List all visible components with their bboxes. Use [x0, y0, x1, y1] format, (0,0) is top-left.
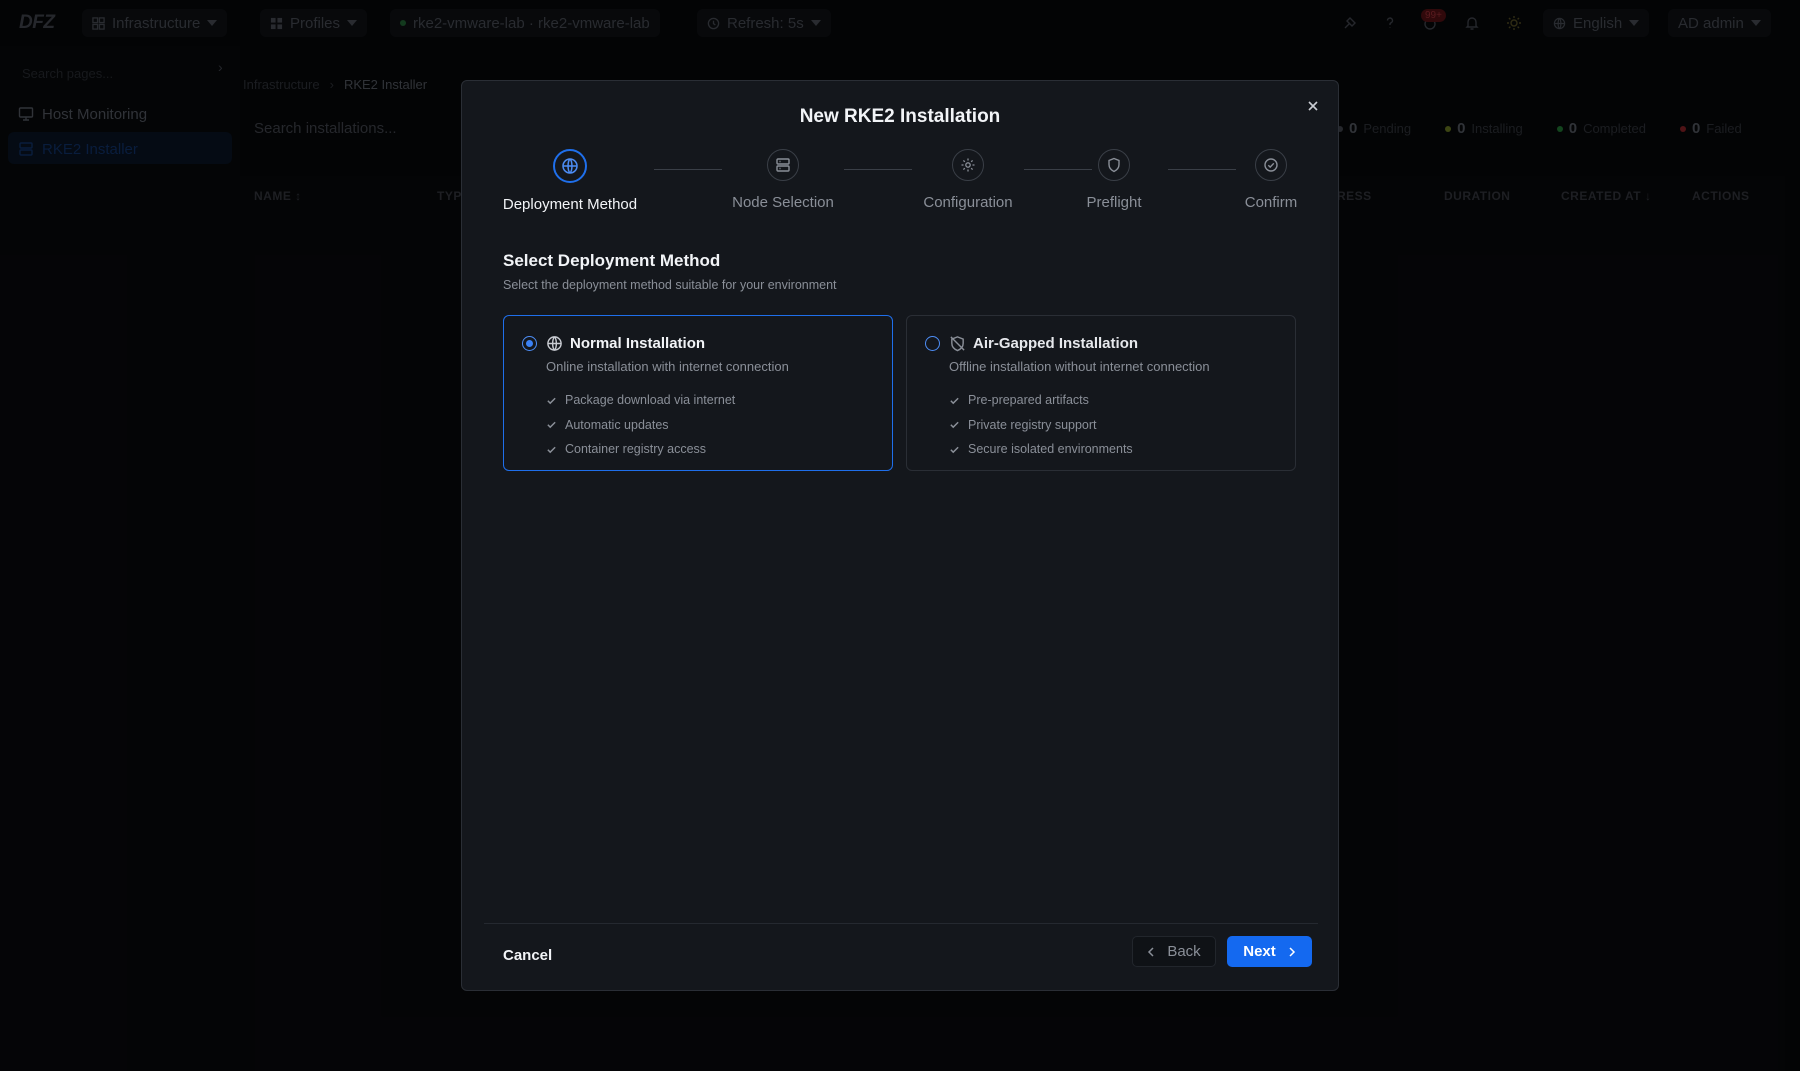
check-icon [949, 444, 960, 455]
step-label: Preflight [1086, 194, 1142, 211]
shield-icon [1098, 149, 1130, 181]
option-title: Air-Gapped Installation [973, 335, 1139, 352]
new-installation-modal: New RKE2 Installation Deployment Method … [461, 80, 1339, 991]
step-node-selection[interactable]: Node Selection [718, 149, 848, 211]
step-preflight[interactable]: Preflight [1054, 149, 1174, 211]
cancel-button[interactable]: Cancel [503, 947, 552, 964]
globe-icon [546, 335, 563, 352]
radio-button[interactable] [925, 336, 940, 351]
footer-divider [484, 923, 1318, 924]
step-deployment-method[interactable]: Deployment Method [500, 149, 640, 213]
option-air-gapped-installation[interactable]: Air-Gapped Installation Offline installa… [906, 315, 1296, 471]
step-connector [654, 169, 722, 170]
list-item: Private registry support [949, 413, 1133, 438]
globe-icon [553, 149, 587, 183]
option-normal-installation[interactable]: Normal Installation Online installation … [503, 315, 893, 471]
no-network-icon [949, 335, 966, 352]
next-label: Next [1243, 943, 1276, 960]
check-icon [546, 395, 557, 406]
list-item: Package download via internet [546, 388, 735, 413]
radio-button[interactable] [522, 336, 537, 351]
modal-title: New RKE2 Installation [799, 106, 1001, 127]
section-title: Select Deployment Method [503, 251, 721, 270]
close-icon[interactable] [1306, 99, 1320, 113]
chevron-left-icon [1147, 946, 1155, 957]
list-item: Container registry access [546, 437, 735, 462]
step-connector [844, 169, 912, 170]
back-label: Back [1167, 943, 1201, 960]
feature-list: Package download via internet Automatic … [546, 388, 735, 462]
step-confirm[interactable]: Confirm [1236, 149, 1306, 211]
option-description: Online installation with internet connec… [546, 359, 789, 374]
step-configuration[interactable]: Configuration [913, 149, 1023, 211]
list-item: Pre-prepared artifacts [949, 388, 1133, 413]
section-subtitle: Select the deployment method suitable fo… [503, 278, 837, 292]
gear-icon [952, 149, 984, 181]
check-icon [949, 419, 960, 430]
step-label: Deployment Method [502, 196, 638, 213]
check-icon [546, 444, 557, 455]
check-icon [546, 419, 557, 430]
step-connector [1168, 169, 1236, 170]
option-description: Offline installation without internet co… [949, 359, 1210, 374]
server-icon [767, 149, 799, 181]
check-circle-icon [1255, 149, 1287, 181]
check-icon [949, 395, 960, 406]
back-button[interactable]: Back [1132, 936, 1216, 967]
step-label: Node Selection [732, 194, 834, 211]
feature-list: Pre-prepared artifacts Private registry … [949, 388, 1133, 462]
next-button[interactable]: Next [1227, 936, 1312, 967]
list-item: Secure isolated environments [949, 437, 1133, 462]
step-label: Confirm [1244, 194, 1298, 211]
option-title: Normal Installation [570, 335, 706, 352]
step-label: Configuration [923, 194, 1013, 211]
chevron-right-icon [1288, 946, 1296, 957]
list-item: Automatic updates [546, 413, 735, 438]
